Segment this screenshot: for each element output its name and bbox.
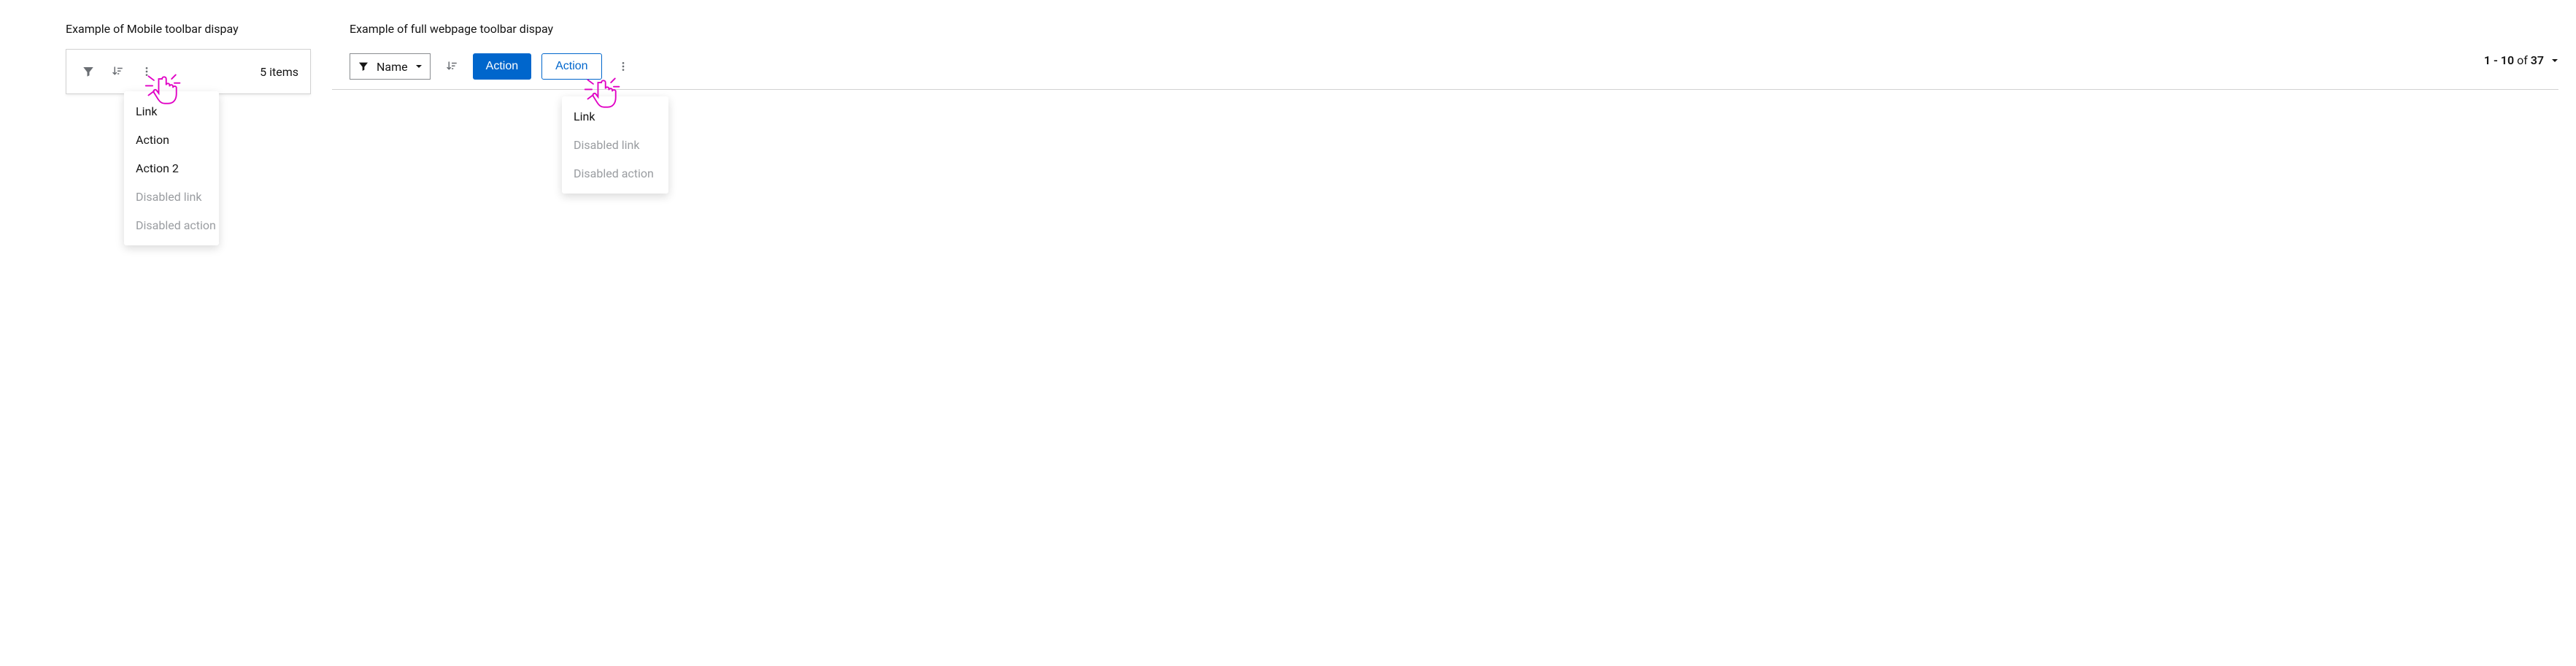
full-example: Example of full webpage toolbar dispay N… [332,22,2558,84]
sort-desc-icon [445,60,458,73]
mobile-toolbar: 5 items [66,49,311,94]
sort-button[interactable] [441,53,463,80]
toolbar-separator [332,89,2558,90]
mobile-overflow-menu: LinkActionAction 2Disabled linkDisabled … [124,91,219,245]
mobile-example: Example of Mobile toolbar dispay [66,22,311,94]
caret-down-icon [415,63,423,70]
sort-icon-button[interactable] [103,57,132,86]
pagination-control[interactable]: 1 - 10 of 37 [2484,53,2558,67]
filter-attribute-select[interactable]: Name [350,53,431,80]
secondary-action-button[interactable]: Action [541,53,601,80]
kebab-menu-button[interactable] [132,57,161,86]
menu-item[interactable]: Link [562,102,668,131]
filter-attribute-label: Name [377,60,408,74]
overflow-kebab-button[interactable] [612,53,634,80]
item-count: 5 items [260,65,298,79]
caret-down-icon [2551,57,2558,64]
primary-action-label: Action [486,60,518,73]
menu-item[interactable]: Action [124,126,219,154]
funnel-icon [358,61,369,72]
kebab-icon [141,66,153,77]
filter-icon-button[interactable] [74,57,103,86]
pagination-range: 1 - 10 [2484,53,2514,67]
menu-item[interactable]: Action 2 [124,154,219,183]
menu-item[interactable]: Link [124,97,219,126]
funnel-icon [82,65,95,78]
menu-item: Disabled link [124,183,219,211]
kebab-icon [617,61,629,72]
full-overflow-menu: LinkDisabled linkDisabled action [562,96,668,194]
full-example-title: Example of full webpage toolbar dispay [350,22,2558,36]
full-toolbar: Name Action Action [350,49,2558,84]
secondary-action-label: Action [555,60,587,73]
primary-action-button[interactable]: Action [473,53,531,80]
pagination-text: 1 - 10 of 37 [2484,53,2544,67]
mobile-example-title: Example of Mobile toolbar dispay [66,22,311,36]
pagination-total: 37 [2531,53,2544,67]
menu-item: Disabled action [562,159,668,188]
menu-item: Disabled action [124,211,219,240]
sort-desc-icon [111,65,124,78]
menu-item: Disabled link [562,131,668,159]
